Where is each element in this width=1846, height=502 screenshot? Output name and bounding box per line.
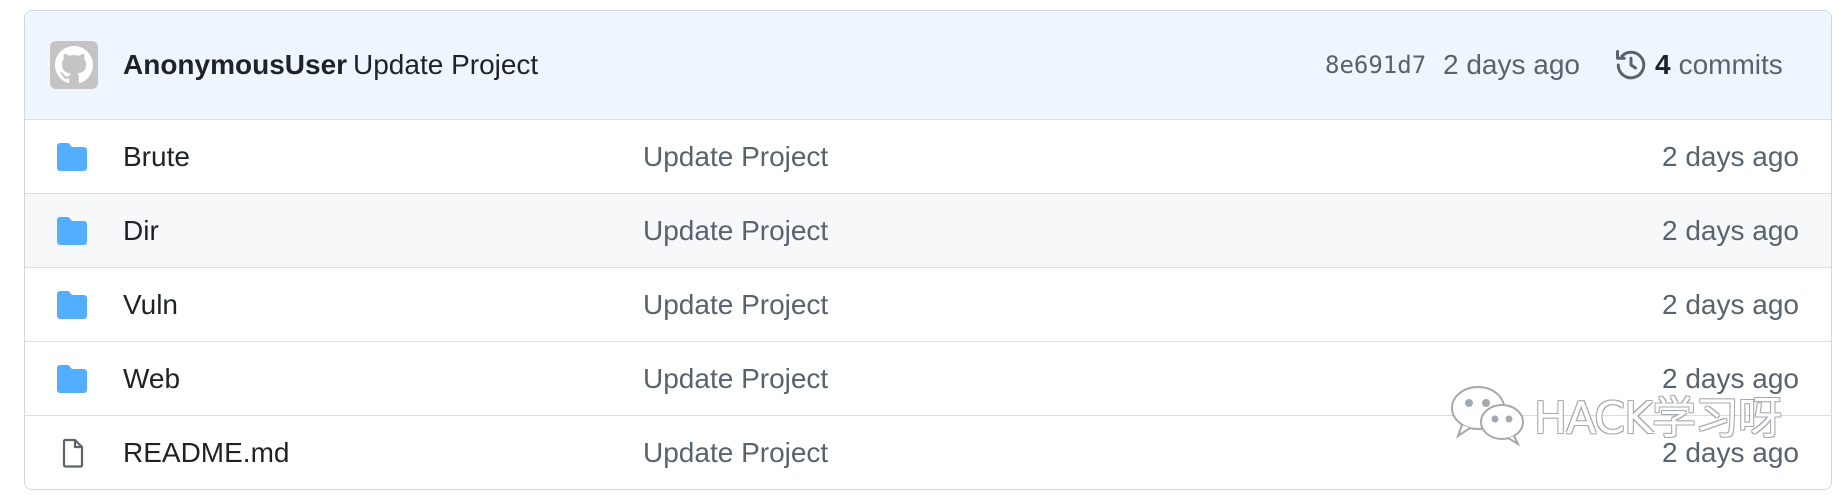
folder-icon xyxy=(57,291,87,319)
history-icon[interactable] xyxy=(1613,47,1649,83)
file-row-brute[interactable]: Brute Update Project 2 days ago xyxy=(25,119,1831,193)
commits-link[interactable]: 4 commits xyxy=(1655,11,1783,119)
file-date: 2 days ago xyxy=(1662,215,1799,246)
file-commit-message[interactable]: Update Project xyxy=(643,194,828,267)
commit-count: 4 xyxy=(1655,49,1671,80)
github-icon xyxy=(55,46,93,84)
file-name[interactable]: Web xyxy=(123,342,180,415)
file-name[interactable]: Brute xyxy=(123,120,190,193)
commits-label: commits xyxy=(1678,49,1783,80)
folder-icon xyxy=(57,143,87,171)
watermark-text: HACK学习呀 xyxy=(1534,393,1782,444)
file-row-vuln[interactable]: Vuln Update Project 2 days ago xyxy=(25,267,1831,341)
commit-message[interactable]: Update Project xyxy=(353,11,538,119)
folder-icon xyxy=(57,217,87,245)
watermark: HACK学习呀 xyxy=(1448,382,1782,446)
file-date: 2 days ago xyxy=(1662,289,1799,320)
file-name[interactable]: Dir xyxy=(123,194,159,267)
avatar[interactable] xyxy=(50,41,98,89)
folder-icon xyxy=(57,365,87,393)
latest-commit-header: AnonymousUser Update Project 8e691d7 2 d… xyxy=(25,11,1831,120)
file-commit-message[interactable]: Update Project xyxy=(643,120,828,193)
file-date: 2 days ago xyxy=(1662,141,1799,172)
file-commit-message[interactable]: Update Project xyxy=(643,268,828,341)
commit-hash[interactable]: 8e691d7 xyxy=(1325,11,1426,119)
commit-date: 2 days ago xyxy=(1443,49,1580,80)
file-row-dir[interactable]: Dir Update Project 2 days ago xyxy=(25,193,1831,267)
commit-author[interactable]: AnonymousUser xyxy=(123,11,347,119)
file-name[interactable]: Vuln xyxy=(123,268,178,341)
wechat-icon xyxy=(1451,386,1524,446)
file-commit-message[interactable]: Update Project xyxy=(643,342,828,415)
file-icon xyxy=(62,438,84,468)
file-commit-message[interactable]: Update Project xyxy=(643,416,828,489)
file-name[interactable]: README.md xyxy=(123,416,289,489)
